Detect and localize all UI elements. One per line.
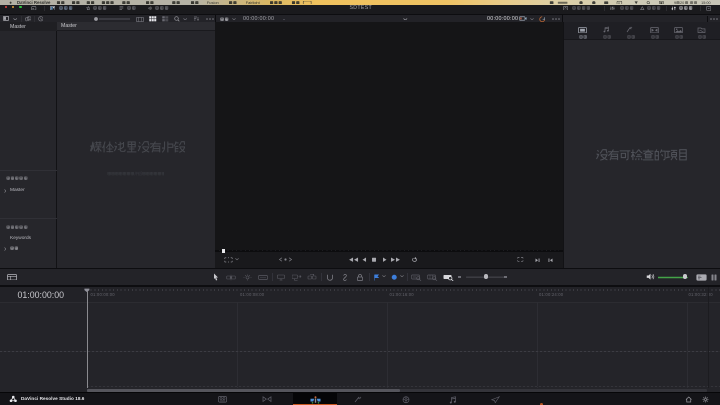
svg-text:A: A	[618, 1, 620, 5]
svg-text:20: 20	[680, 1, 684, 4]
svg-text:Fairlight: Fairlight	[246, 1, 261, 5]
svg-text:9: 9	[674, 1, 676, 4]
svg-text:15:00: 15:00	[701, 1, 710, 4]
svg-text:Fusion: Fusion	[207, 1, 219, 5]
